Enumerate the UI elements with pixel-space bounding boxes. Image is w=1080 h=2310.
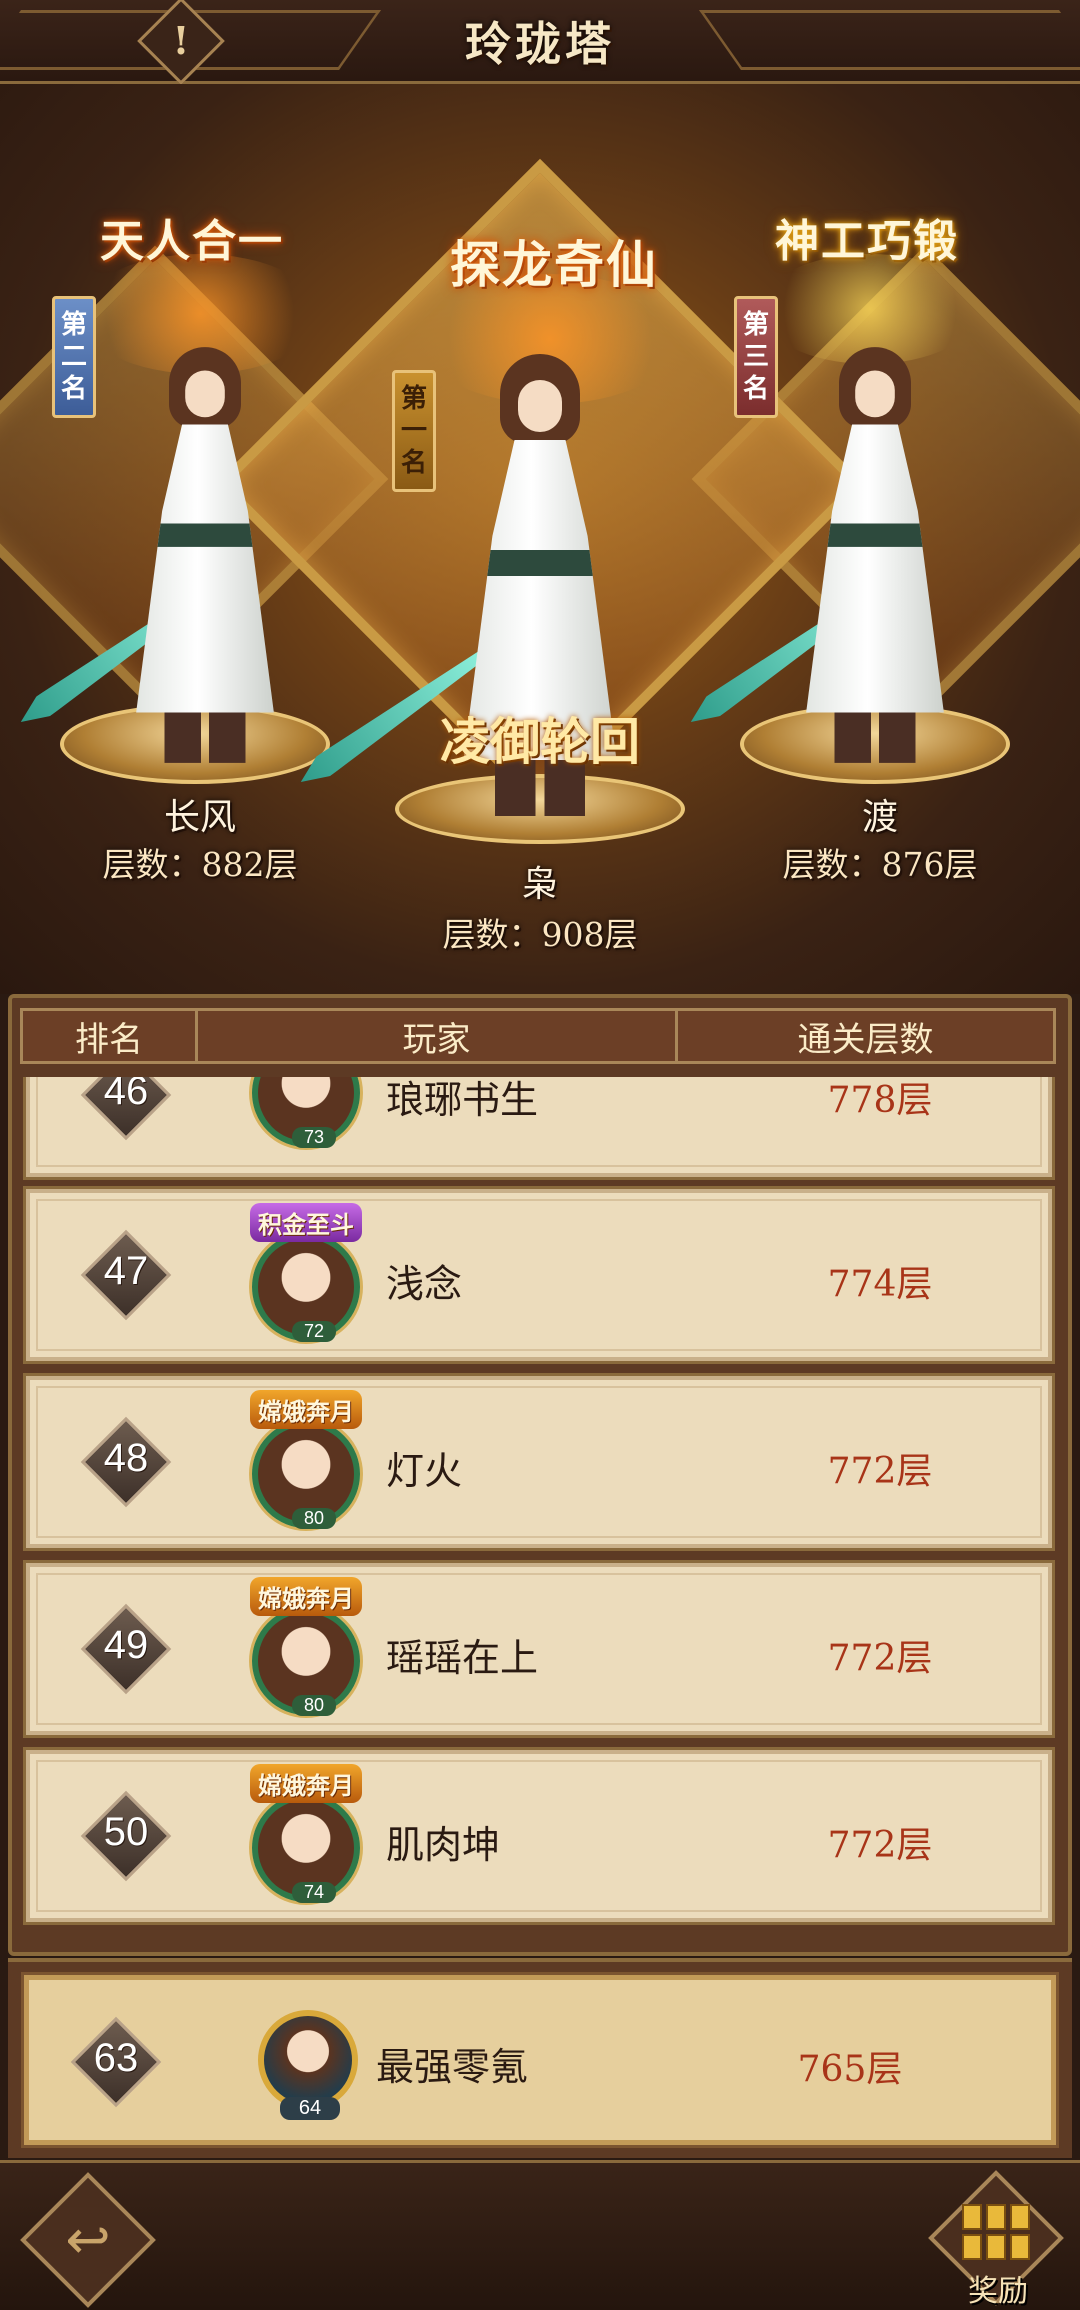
column-header-player: 玩家	[198, 1011, 678, 1061]
reward-chest-icon[interactable]	[962, 2204, 1030, 2260]
rank-number: 47	[103, 1249, 149, 1293]
player-floor: 778层	[827, 1080, 933, 1121]
player-floor: 772层	[827, 1451, 933, 1492]
player-level: 80	[292, 1508, 336, 1529]
my-name: 最强零氪	[376, 2045, 529, 2089]
rank-number: 48	[103, 1436, 149, 1480]
player-name: 瑶瑶在上	[386, 1636, 539, 1680]
third-place-banner: 第三名	[734, 296, 778, 418]
column-header-floor: 通关层数	[797, 1019, 934, 1060]
player-floor: 772层	[827, 1825, 933, 1866]
table-row[interactable]: 47 积金至斗 72 浅念 774层	[26, 1189, 1052, 1361]
bottom-bar	[0, 2160, 1080, 2310]
table-row[interactable]: 48 嫦娥奔月 80 灯火 772层	[26, 1376, 1052, 1548]
my-avatar[interactable]	[258, 2010, 358, 2110]
third-place-character[interactable]	[790, 347, 961, 763]
player-floor: 772层	[827, 1638, 933, 1679]
player-name: 浅念	[386, 1262, 463, 1306]
player-name: 琅琊书生	[386, 1078, 539, 1122]
player-level: 72	[292, 1321, 336, 1342]
page-title: 玲珑塔	[465, 17, 615, 71]
table-row[interactable]: 49 嫦娥奔月 80 瑶瑶在上 772层	[26, 1563, 1052, 1735]
player-name: 肌肉坤	[386, 1823, 501, 1867]
second-place-character[interactable]	[120, 347, 291, 763]
back-arrow-icon: ↩	[65, 2208, 111, 2271]
player-level: 80	[292, 1695, 336, 1716]
second-place-honor-title: 天人合一	[100, 216, 284, 267]
my-rank-number: 63	[93, 2036, 139, 2080]
title-badge: 积金至斗	[250, 1203, 362, 1242]
ranking-table-header: 排名 玩家 通关层数	[20, 1008, 1056, 1064]
title-badge: 嫦娥奔月	[250, 1764, 362, 1803]
first-place-name: 枭	[521, 864, 558, 905]
rank-number: 50	[103, 1810, 149, 1854]
title-badge: 嫦娥奔月	[250, 1390, 362, 1429]
column-header-rank: 排名	[23, 1011, 198, 1061]
title-badge: 嫦娥奔月	[250, 1577, 362, 1616]
third-place-floor: 层数：876层	[782, 845, 978, 884]
first-place-floor: 层数：908层	[442, 915, 638, 954]
second-place-banner: 第二名	[52, 296, 96, 418]
first-place-title: 凌御轮回	[440, 712, 640, 771]
third-place-name: 渡	[861, 797, 898, 838]
first-place-banner: 第一名	[392, 370, 436, 492]
first-place-honor-title: 探龙奇仙	[450, 235, 658, 294]
player-level: 73	[292, 1127, 336, 1148]
player-name: 灯火	[386, 1449, 463, 1493]
player-level: 74	[292, 1882, 336, 1903]
reward-label[interactable]: 奖励	[950, 2266, 1046, 2310]
ranking-list[interactable]: 46 73 琅琊书生 778层 47 积金至斗 72 浅念 774层 48 嫦娥…	[20, 1077, 1056, 1932]
my-floor: 765层	[797, 2049, 903, 2090]
rank-number: 49	[103, 1623, 149, 1667]
player-floor: 774层	[827, 1264, 933, 1305]
table-row[interactable]: 46 73 琅琊书生 778层	[26, 1077, 1052, 1177]
rank-number: 46	[103, 1077, 149, 1113]
table-row[interactable]: 50 嫦娥奔月 74 肌肉坤 772层	[26, 1750, 1052, 1922]
my-level: 64	[280, 2097, 340, 2120]
second-place-floor: 层数：882层	[102, 845, 298, 884]
third-place-honor-title: 神工巧锻	[775, 216, 959, 267]
second-place-name: 长风	[163, 797, 236, 838]
